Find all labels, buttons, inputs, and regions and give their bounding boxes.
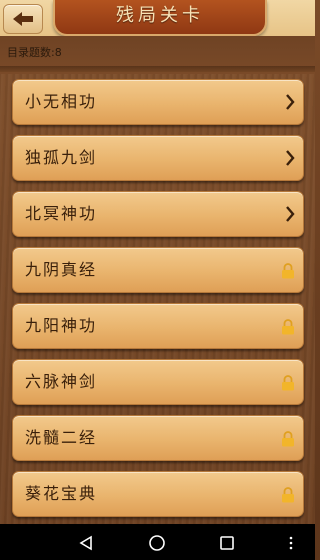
chevron-right-icon xyxy=(286,94,295,110)
level-label: 小无相功 xyxy=(25,92,98,111)
nav-recent-icon[interactable] xyxy=(219,535,235,551)
nav-back-icon[interactable] xyxy=(78,535,94,551)
level-label: 九阳神功 xyxy=(25,316,98,335)
level-item[interactable]: 九阴真经 xyxy=(12,247,304,293)
divider xyxy=(0,66,315,72)
level-item[interactable]: 葵花宝典 xyxy=(12,471,304,517)
nav-home-icon[interactable] xyxy=(148,534,166,552)
level-item[interactable]: 六脉神剑 xyxy=(12,359,304,405)
lock-icon xyxy=(282,487,294,503)
title-plate: 残局关卡 xyxy=(53,0,267,36)
level-label: 葵花宝典 xyxy=(25,484,98,503)
lock-icon xyxy=(282,263,294,279)
level-item[interactable]: 独孤九剑 xyxy=(12,135,304,181)
back-button[interactable] xyxy=(3,4,43,34)
nav-menu-icon[interactable] xyxy=(288,536,294,550)
level-item[interactable]: 九阳神功 xyxy=(12,303,304,349)
system-nav-bar xyxy=(0,524,315,560)
level-item[interactable]: 小无相功 xyxy=(12,79,304,125)
top-header: 残局关卡 xyxy=(0,0,315,37)
level-item[interactable]: 北冥神功 xyxy=(12,191,304,237)
chevron-right-icon xyxy=(286,206,295,222)
level-label: 北冥神功 xyxy=(25,204,98,223)
level-label: 六脉神剑 xyxy=(25,372,98,391)
level-item[interactable]: 洗髓二经 xyxy=(12,415,304,461)
page-title: 残局关卡 xyxy=(116,5,204,26)
lock-icon xyxy=(282,431,294,447)
back-arrow-icon xyxy=(13,12,33,26)
lock-icon xyxy=(282,319,294,335)
level-label: 九阴真经 xyxy=(25,260,98,279)
level-label: 独孤九剑 xyxy=(25,148,98,167)
puzzle-count: 目录题数:8 xyxy=(7,46,62,59)
lock-icon xyxy=(282,375,294,391)
chevron-right-icon xyxy=(286,150,295,166)
level-label: 洗髓二经 xyxy=(25,428,98,447)
